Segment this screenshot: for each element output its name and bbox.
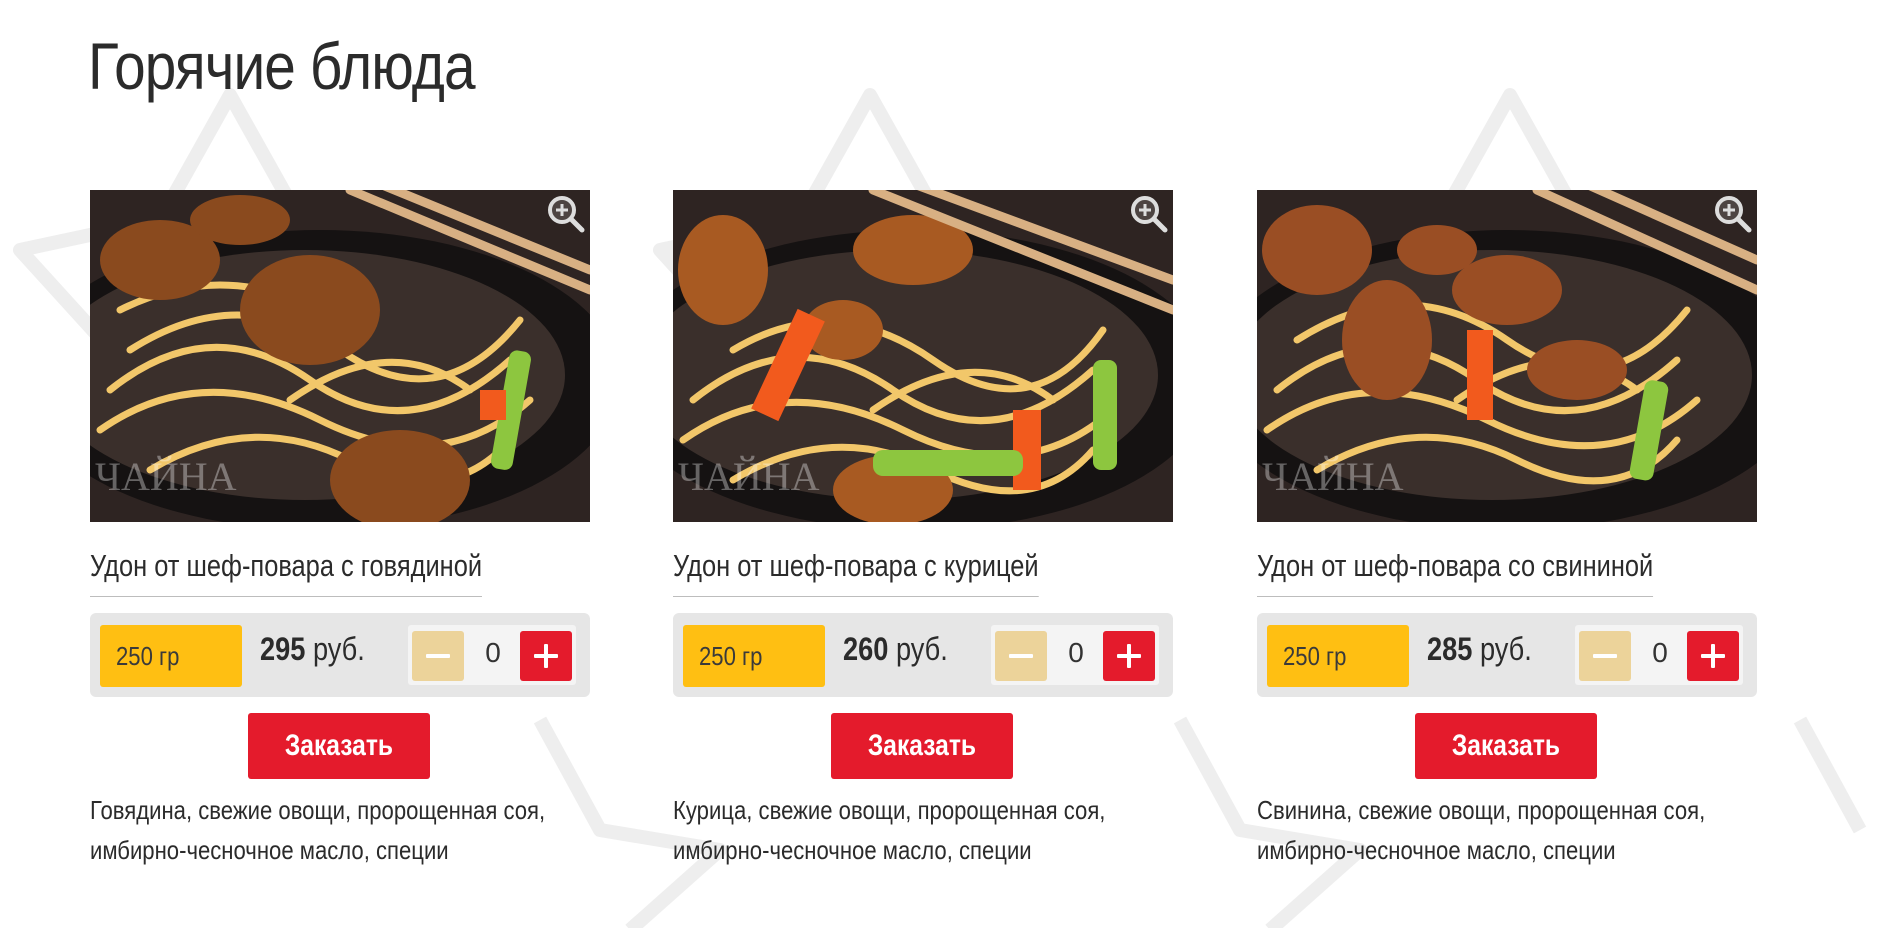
quantity-stepper: 0 bbox=[991, 625, 1159, 685]
quantity-value[interactable]: 0 bbox=[478, 637, 508, 669]
product-photo[interactable]: ЧАЙНА bbox=[1257, 190, 1757, 522]
order-bar: 250 гр 295 руб. 0 bbox=[90, 613, 590, 697]
product-card: ЧАЙНА Удон от шеф-повара с говядиной 250… bbox=[90, 190, 590, 890]
increment-button[interactable] bbox=[1687, 631, 1739, 681]
svg-text:ЧАЙНА: ЧАЙНА bbox=[678, 454, 820, 499]
udon-beef-image: ЧАЙНА bbox=[90, 190, 590, 522]
price: 285 руб. bbox=[1427, 631, 1532, 667]
weight-badge: 250 гр bbox=[100, 625, 242, 687]
order-button[interactable]: Заказать bbox=[1415, 713, 1597, 779]
decrement-button[interactable] bbox=[412, 631, 464, 681]
quantity-value[interactable]: 0 bbox=[1061, 637, 1091, 669]
price: 260 руб. bbox=[843, 631, 948, 667]
order-bar: 250 гр 285 руб. 0 bbox=[1257, 613, 1757, 697]
page-title: Горячие блюда bbox=[88, 29, 476, 103]
quantity-stepper: 0 bbox=[1575, 625, 1743, 685]
product-description: Курица, свежие овощи, пророщенная соя, и… bbox=[673, 795, 1106, 865]
weight-badge: 250 гр bbox=[1267, 625, 1409, 687]
product-title[interactable]: Удон от шеф-повара с курицей bbox=[673, 548, 1039, 597]
product-card: ЧАЙНА Удон от шеф-повара со свининой 250… bbox=[1257, 190, 1757, 890]
increment-button[interactable] bbox=[520, 631, 572, 681]
product-card: ЧАЙНА Удон от шеф-повара с курицей 250 г… bbox=[673, 190, 1173, 890]
product-photo[interactable]: ЧАЙНА bbox=[90, 190, 590, 522]
udon-pork-image: ЧАЙНА bbox=[1257, 190, 1757, 522]
product-description: Свинина, свежие овощи, пророщенная соя, … bbox=[1257, 795, 1706, 865]
quantity-value[interactable]: 0 bbox=[1645, 637, 1675, 669]
quantity-stepper: 0 bbox=[408, 625, 576, 685]
order-button[interactable]: Заказать bbox=[248, 713, 430, 779]
zoom-in-icon[interactable] bbox=[1127, 192, 1171, 236]
product-title[interactable]: Удон от шеф-повара с говядиной bbox=[90, 548, 483, 597]
order-button[interactable]: Заказать bbox=[831, 713, 1013, 779]
zoom-in-icon[interactable] bbox=[544, 192, 588, 236]
order-bar: 250 гр 260 руб. 0 bbox=[673, 613, 1173, 697]
decrement-button[interactable] bbox=[995, 631, 1047, 681]
svg-text:ЧАЙНА: ЧАЙНА bbox=[1262, 454, 1404, 499]
udon-chicken-image: ЧАЙНА bbox=[673, 190, 1173, 522]
price: 295 руб. bbox=[260, 631, 365, 667]
decrement-button[interactable] bbox=[1579, 631, 1631, 681]
product-title[interactable]: Удон от шеф-повара со свининой bbox=[1257, 548, 1654, 597]
increment-button[interactable] bbox=[1103, 631, 1155, 681]
product-description: Говядина, свежие овощи, пророщенная соя,… bbox=[90, 795, 546, 865]
svg-text:ЧАЙНА: ЧАЙНА bbox=[95, 454, 237, 499]
zoom-in-icon[interactable] bbox=[1711, 192, 1755, 236]
product-photo[interactable]: ЧАЙНА bbox=[673, 190, 1173, 522]
weight-badge: 250 гр bbox=[683, 625, 825, 687]
